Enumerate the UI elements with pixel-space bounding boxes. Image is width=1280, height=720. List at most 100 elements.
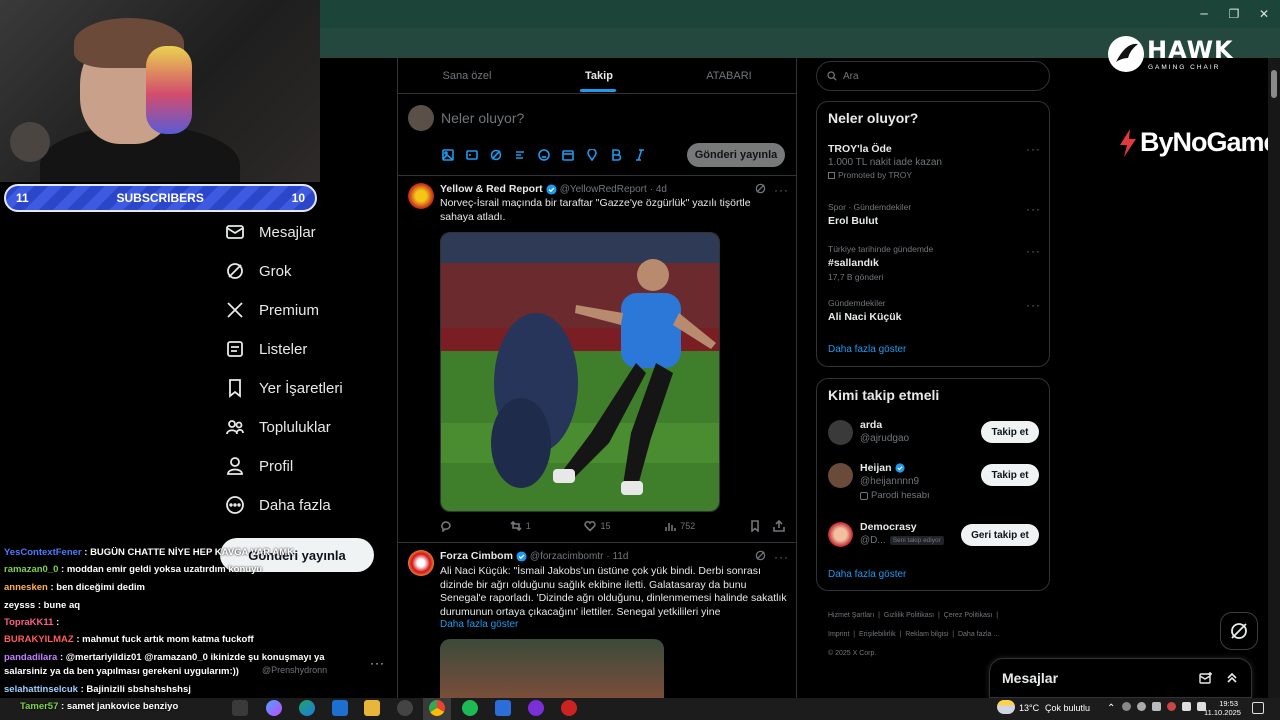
trend-item[interactable]: Spor · Gündemdekiler Erol Bulut (828, 202, 911, 227)
nav-item-profile[interactable]: Profil (225, 448, 293, 484)
tab-for-you[interactable]: Sana özel (397, 58, 537, 94)
trend-item[interactable]: Türkiye tarihinde gündemde #sallandık 17… (828, 244, 933, 282)
spotify-icon[interactable] (462, 700, 478, 716)
follow-back-button[interactable]: Geri takip et (961, 524, 1039, 546)
nav-item-messages[interactable]: Mesajlar (225, 214, 316, 250)
grok-explain-icon[interactable] (755, 550, 766, 561)
suggestion-avatar[interactable] (828, 420, 853, 445)
search-input[interactable]: Ara (816, 61, 1050, 91)
schedule-icon[interactable] (562, 149, 574, 161)
scrollbar-thumb[interactable] (1271, 70, 1277, 98)
app-icon[interactable] (397, 700, 413, 716)
footer-link[interactable]: Erişilebilirlik (859, 631, 896, 638)
tray-chevron-icon[interactable]: ⌃ (1107, 703, 1115, 714)
grok-floating-button[interactable] (1220, 612, 1258, 650)
footer-link[interactable]: Hizmet Şartları (828, 612, 874, 619)
composer-input[interactable]: Neler oluyor? (441, 110, 524, 126)
bookmark-icon[interactable] (749, 520, 761, 532)
trend-more-icon[interactable]: ··· (1026, 202, 1041, 216)
obs-icon[interactable] (561, 700, 577, 716)
page-scrollbar[interactable] (1268, 58, 1280, 698)
trend-item[interactable]: Gündemdekiler Ali Naci Küçük (828, 298, 902, 323)
nav-item-lists[interactable]: Listeler (225, 331, 307, 367)
task-view-icon[interactable] (232, 700, 248, 716)
account-more-icon[interactable]: ··· (370, 656, 385, 670)
trends-show-more[interactable]: Daha fazla göster (828, 344, 906, 355)
more-options-icon[interactable]: ··· (774, 183, 789, 197)
suggestion-item[interactable]: Democrasy @D... Seni takip ediyor (860, 521, 944, 546)
show-more-link[interactable]: Daha fazla göster (440, 619, 518, 630)
like-button[interactable]: 15 (584, 520, 611, 532)
tweet-author[interactable]: Forza Cimbom (440, 550, 513, 562)
poll-icon[interactable] (514, 149, 526, 161)
composer-post-button[interactable]: Gönderi yayınla (687, 143, 785, 167)
restore-button[interactable]: ❐ (1219, 4, 1249, 24)
grok-explain-icon[interactable] (755, 183, 766, 194)
suggestion-item[interactable]: Heijan @heijannnn9 Parodi hesabı (860, 462, 930, 501)
app-icon[interactable] (528, 700, 544, 716)
new-message-icon[interactable] (1199, 671, 1213, 685)
follow-show-more[interactable]: Daha fazla göster (828, 569, 906, 580)
tray-icon[interactable] (1137, 702, 1146, 711)
minimize-button[interactable]: ─ (1189, 4, 1219, 24)
nav-item-communities[interactable]: Topluluklar (225, 409, 331, 445)
tweet-handle[interactable]: @YellowRedReport (560, 184, 647, 195)
trend-more-icon[interactable]: ··· (1026, 244, 1041, 258)
tweet-media-image[interactable] (440, 232, 720, 512)
tray-icon[interactable] (1122, 702, 1131, 711)
footer-link[interactable]: Gizlilik Politikası (884, 612, 934, 619)
tweet-handle[interactable]: @forzacimbomtr (530, 551, 604, 562)
bold-icon[interactable] (610, 149, 622, 161)
tab-atabari[interactable]: ATABARI (661, 58, 797, 94)
notifications-icon[interactable] (1252, 702, 1264, 714)
trend-item[interactable]: TROY'la Öde 1.000 TL nakit iade kazan Pr… (828, 143, 942, 180)
follow-button[interactable]: Takip et (981, 464, 1039, 486)
file-explorer-icon[interactable] (364, 700, 380, 716)
reply-button[interactable] (440, 520, 456, 532)
edge-icon[interactable] (299, 700, 315, 716)
views-button[interactable]: 752 (664, 520, 695, 532)
tweet-time[interactable]: · 11d (606, 551, 628, 562)
italic-icon[interactable] (634, 149, 646, 161)
footer-link[interactable]: Reklam bilgisi (905, 631, 948, 638)
clock[interactable]: 19:53 11.10.2025 (1204, 699, 1241, 717)
tweet-media-image[interactable] (440, 639, 664, 698)
suggestion-item[interactable]: arda @ajrudgao (860, 419, 909, 444)
copilot-icon[interactable] (266, 700, 282, 716)
close-button[interactable]: ✕ (1249, 4, 1279, 24)
footer-link[interactable]: Daha fazla ... (958, 631, 999, 638)
location-icon[interactable] (586, 149, 598, 161)
footer-link[interactable]: Imprint (828, 631, 849, 638)
share-icon[interactable] (773, 520, 785, 532)
nav-item-bookmarks[interactable]: Yer İşaretleri (225, 370, 343, 406)
gif-icon[interactable] (466, 149, 478, 161)
weather-icon[interactable] (997, 700, 1015, 714)
tray-icon[interactable] (1152, 702, 1161, 711)
weather-text[interactable]: Çok bulutlu (1045, 703, 1090, 713)
tray-icon[interactable] (1167, 702, 1176, 711)
chrome-icon[interactable] (429, 700, 445, 716)
tweet-author[interactable]: Yellow & Red Report (440, 183, 543, 195)
emoji-icon[interactable] (538, 149, 550, 161)
trend-more-icon[interactable]: ··· (1026, 142, 1041, 156)
weather-temp[interactable]: 13°C (1019, 703, 1039, 713)
image-icon[interactable] (442, 149, 454, 161)
trend-more-icon[interactable]: ··· (1026, 298, 1041, 312)
repost-button[interactable]: 1 (510, 520, 531, 532)
outlook-icon[interactable] (332, 700, 348, 716)
nav-item-premium[interactable]: Premium (225, 292, 319, 328)
nav-item-grok[interactable]: Grok (225, 253, 292, 289)
footer-link[interactable]: Çerez Politikası (944, 612, 993, 619)
suggestion-avatar[interactable] (828, 522, 853, 547)
app-icon[interactable] (495, 700, 511, 716)
tweet-avatar[interactable] (408, 550, 434, 576)
suggestion-avatar[interactable] (828, 463, 853, 488)
nav-item-more[interactable]: Daha fazla (225, 487, 331, 523)
more-options-icon[interactable]: ··· (774, 550, 789, 564)
tweet-avatar[interactable] (408, 183, 434, 209)
tweet-time[interactable]: · 4d (650, 184, 667, 195)
expand-drawer-icon[interactable] (1225, 671, 1239, 685)
grok-compose-icon[interactable] (490, 149, 502, 161)
messages-drawer[interactable]: Mesajlar (989, 658, 1252, 698)
wifi-icon[interactable] (1182, 702, 1191, 711)
